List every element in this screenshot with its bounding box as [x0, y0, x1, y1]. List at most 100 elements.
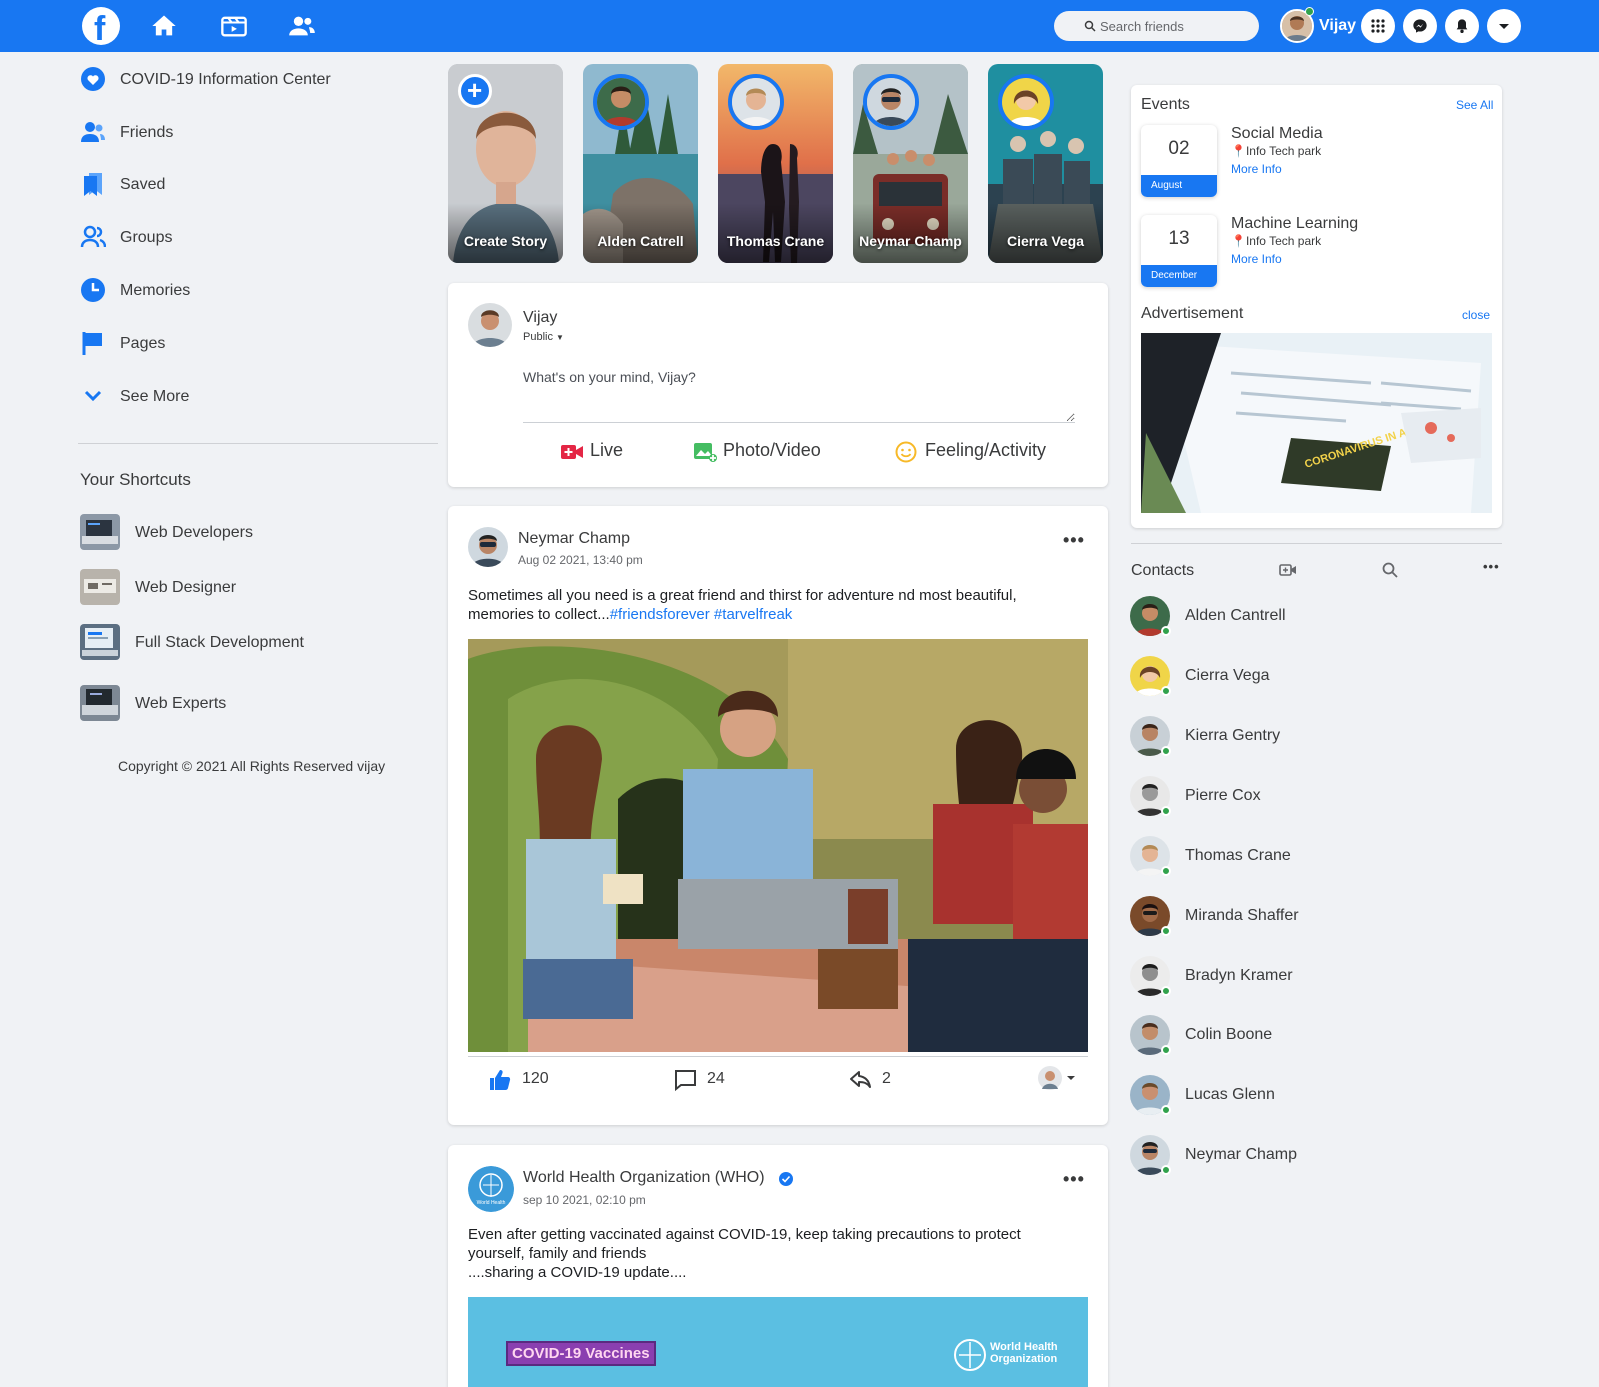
- search-input[interactable]: [1100, 16, 1250, 36]
- online-status-dot: [1161, 1105, 1171, 1115]
- chevron-down-icon: [84, 390, 102, 402]
- post-author-avatar[interactable]: [468, 527, 508, 567]
- contact-item[interactable]: Kierra Gentry: [1130, 716, 1430, 760]
- banner-label: COVID-19 Vaccines: [506, 1341, 656, 1366]
- status-input[interactable]: [523, 365, 1075, 423]
- contact-item[interactable]: Alden Cantrell: [1130, 596, 1430, 640]
- event-title[interactable]: Social Media: [1231, 125, 1323, 143]
- groups-icon: [80, 225, 106, 248]
- comment-button[interactable]: 24: [673, 1066, 773, 1092]
- contact-item[interactable]: Pierre Cox: [1130, 776, 1430, 820]
- contacts-heading: Contacts: [1131, 562, 1195, 579]
- events-heading: Events: [1141, 96, 1190, 113]
- contact-item[interactable]: Cierra Vega: [1130, 656, 1430, 700]
- verified-badge-icon: [779, 1172, 793, 1186]
- sidebar-item-see-more[interactable]: See More: [78, 378, 428, 414]
- post-photo[interactable]: [468, 639, 1088, 1052]
- contact-item[interactable]: Thomas Crane: [1130, 836, 1430, 880]
- event-location: 📍Info Tech park: [1231, 144, 1322, 158]
- photo-icon: [694, 443, 717, 462]
- location-pin-icon: 📍: [1231, 144, 1246, 158]
- sidebar-item-covid[interactable]: COVID-19 Information Center: [78, 61, 428, 97]
- shortcut-item[interactable]: Web Experts: [80, 685, 420, 723]
- story-create[interactable]: + Create Story: [448, 64, 563, 263]
- post-options-icon[interactable]: •••: [1063, 530, 1085, 551]
- post-author-avatar[interactable]: World Health: [468, 1166, 514, 1212]
- reaction-audience-selector[interactable]: [1038, 1066, 1078, 1092]
- banner-org-name: World Health Organization: [990, 1341, 1058, 1365]
- add-story-icon[interactable]: +: [458, 74, 492, 108]
- sidebar-item-groups[interactable]: Groups: [78, 219, 428, 255]
- event-more-info-link[interactable]: More Info: [1231, 162, 1282, 176]
- live-video-button[interactable]: Live: [560, 438, 640, 464]
- story-card[interactable]: Cierra Vega: [988, 64, 1103, 263]
- shortcut-item[interactable]: Web Developers: [80, 514, 420, 552]
- event-location: 📍Info Tech park: [1231, 234, 1322, 248]
- events-card: Events See All 02 August Social Media 📍I…: [1131, 85, 1502, 528]
- close-ad-link[interactable]: close: [1462, 308, 1490, 322]
- more-icon[interactable]: •••: [1483, 559, 1500, 574]
- contact-item[interactable]: Colin Boone: [1130, 1015, 1430, 1059]
- photo-video-button[interactable]: Photo/Video: [693, 438, 833, 464]
- post-composer: Vijay Public ▼ Live Photo/Video Feeling/…: [448, 283, 1108, 487]
- sidebar-item-pages[interactable]: Pages: [78, 325, 428, 361]
- contact-item[interactable]: Miranda Shaffer: [1130, 896, 1430, 940]
- home-icon[interactable]: [150, 12, 178, 40]
- account-dropdown-icon[interactable]: [1487, 9, 1521, 43]
- menu-grid-icon[interactable]: [1361, 9, 1395, 43]
- post-divider: [468, 1056, 1088, 1057]
- online-status-dot: [1161, 746, 1171, 756]
- online-status-dot: [1161, 1045, 1171, 1055]
- contact-item[interactable]: Bradyn Kramer: [1130, 956, 1430, 1000]
- online-status-dot: [1161, 806, 1171, 816]
- composer-avatar[interactable]: [468, 303, 512, 347]
- post-author-name[interactable]: World Health Organization (WHO): [523, 1169, 765, 1187]
- post-author-name[interactable]: Neymar Champ: [518, 530, 630, 548]
- notifications-icon[interactable]: [1445, 9, 1479, 43]
- online-status-dot: [1161, 626, 1171, 636]
- user-name[interactable]: Vijay: [1319, 17, 1356, 35]
- post-timestamp[interactable]: Aug 02 2021, 13:40 pm: [518, 553, 643, 567]
- audience-selector[interactable]: Public ▼: [523, 331, 564, 343]
- contact-item[interactable]: Lucas Glenn: [1130, 1075, 1430, 1119]
- story-card[interactable]: Thomas Crane: [718, 64, 833, 263]
- contact-item[interactable]: Neymar Champ: [1130, 1135, 1430, 1179]
- post-timestamp[interactable]: sep 10 2021, 02:10 pm: [523, 1193, 646, 1207]
- shortcut-item[interactable]: Full Stack Development: [80, 624, 420, 662]
- event-more-info-link[interactable]: More Info: [1231, 252, 1282, 266]
- story-avatar: [593, 74, 649, 130]
- flag-icon: [82, 332, 102, 355]
- post-body: Sometimes all you need is a great friend…: [468, 587, 1017, 623]
- composer-user-name[interactable]: Vijay: [523, 309, 557, 327]
- share-button[interactable]: 2: [848, 1066, 948, 1092]
- event-title[interactable]: Machine Learning: [1231, 215, 1358, 233]
- search-icon[interactable]: [1382, 562, 1398, 578]
- post-hashtags[interactable]: #friendsforever #tarvelfreak: [610, 606, 793, 623]
- new-room-icon[interactable]: [1279, 563, 1297, 577]
- sidebar-item-saved[interactable]: Saved: [78, 166, 428, 202]
- shortcut-thumbnail: [80, 514, 120, 550]
- shortcut-thumbnail: [80, 685, 120, 721]
- svg-text:World Health: World Health: [477, 1200, 506, 1206]
- sidebar-item-memories[interactable]: Memories: [78, 272, 428, 308]
- story-card[interactable]: Neymar Champ: [853, 64, 968, 263]
- friends-icon[interactable]: [288, 12, 316, 40]
- like-button[interactable]: 120: [488, 1066, 588, 1092]
- see-all-events-link[interactable]: See All: [1456, 98, 1493, 112]
- event-date-badge: 02 August: [1141, 125, 1217, 197]
- search-bar[interactable]: [1054, 11, 1259, 41]
- advertisement-image[interactable]: CORONAVIRUS IN ARKANSAS: [1141, 333, 1492, 513]
- post-options-icon[interactable]: •••: [1063, 1169, 1085, 1190]
- feeling-activity-button[interactable]: Feeling/Activity: [895, 438, 1065, 464]
- shortcut-item[interactable]: Web Designer: [80, 569, 420, 607]
- messenger-icon[interactable]: [1403, 9, 1437, 43]
- heart-icon: [81, 67, 105, 91]
- who-emblem-icon: [954, 1339, 986, 1371]
- story-card[interactable]: Alden Catrell: [583, 64, 698, 263]
- sidebar-item-friends[interactable]: Friends: [78, 114, 428, 150]
- watch-icon[interactable]: [220, 12, 248, 40]
- facebook-logo[interactable]: f: [82, 7, 120, 48]
- online-status-dot: [1161, 686, 1171, 696]
- post-banner[interactable]: COVID-19 Vaccines World Health Organizat…: [468, 1297, 1088, 1387]
- post-body: Even after getting vaccinated against CO…: [468, 1226, 1021, 1281]
